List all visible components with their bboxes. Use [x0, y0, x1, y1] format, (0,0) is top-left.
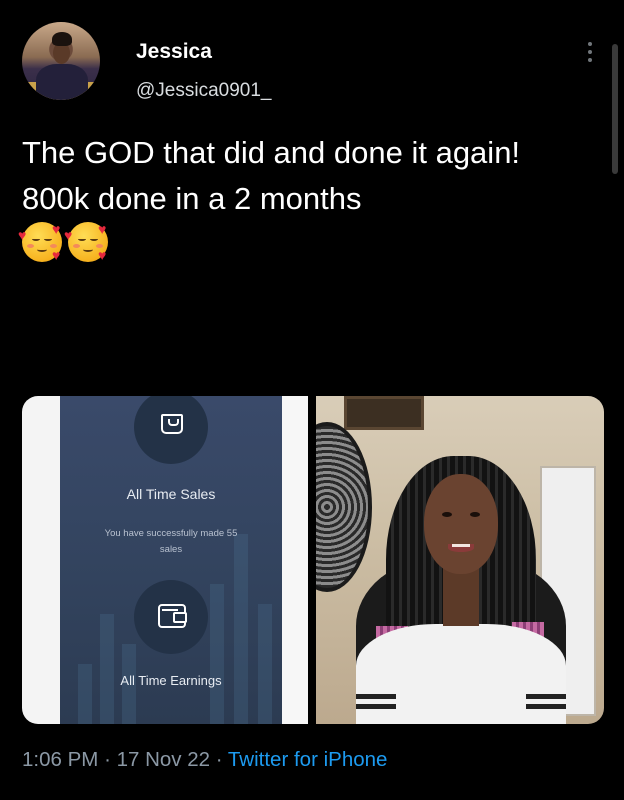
avatar-hair	[52, 32, 72, 46]
wallet-icon	[134, 580, 208, 654]
media-grid: All Time Sales You have successfully mad…	[22, 396, 604, 724]
face	[424, 474, 498, 574]
neck	[443, 566, 479, 626]
avatar-body	[36, 64, 88, 100]
tweet-metadata: 1:06 PM · 17 Nov 22 · Twitter for iPhone	[22, 748, 387, 772]
sales-subtitle: You have successfully made 55 sales	[104, 528, 238, 555]
electric-fan	[316, 422, 372, 592]
tweet-time[interactable]: 1:06 PM	[22, 748, 98, 771]
image-edge	[282, 396, 308, 724]
emoji-row: ♥ ♥ ♥ ♥ ♥ ♥	[18, 221, 114, 263]
scrollbar[interactable]	[612, 44, 618, 174]
more-vertical-icon[interactable]	[582, 40, 598, 64]
shirt	[356, 624, 566, 724]
username[interactable]: @Jessica0901_	[136, 80, 271, 102]
smiling-face-with-hearts-icon: ♥ ♥ ♥	[18, 221, 62, 263]
all-time-earnings-title: All Time Earnings	[120, 673, 222, 688]
tweet: Jessica @Jessica0901_ The GOD that did a…	[0, 0, 624, 800]
shopping-bag-icon	[134, 396, 208, 464]
separator: ·	[104, 748, 111, 771]
tweet-text: The GOD that did and done it again! 800k…	[22, 135, 521, 216]
smiling-face-with-hearts-icon: ♥ ♥ ♥	[64, 221, 108, 263]
display-name[interactable]: Jessica	[136, 40, 212, 64]
avatar[interactable]	[22, 22, 100, 100]
all-time-sales-title: All Time Sales	[126, 486, 216, 502]
wall-picture	[344, 396, 424, 430]
sales-panel: All Time Sales You have successfully mad…	[60, 396, 282, 724]
separator: ·	[215, 748, 223, 771]
media-image-left[interactable]: All Time Sales You have successfully mad…	[22, 396, 308, 724]
media-image-right[interactable]	[316, 396, 604, 724]
tweet-source-link[interactable]: Twitter for iPhone	[228, 748, 388, 771]
tweet-date[interactable]: 17 Nov 22	[117, 748, 210, 771]
